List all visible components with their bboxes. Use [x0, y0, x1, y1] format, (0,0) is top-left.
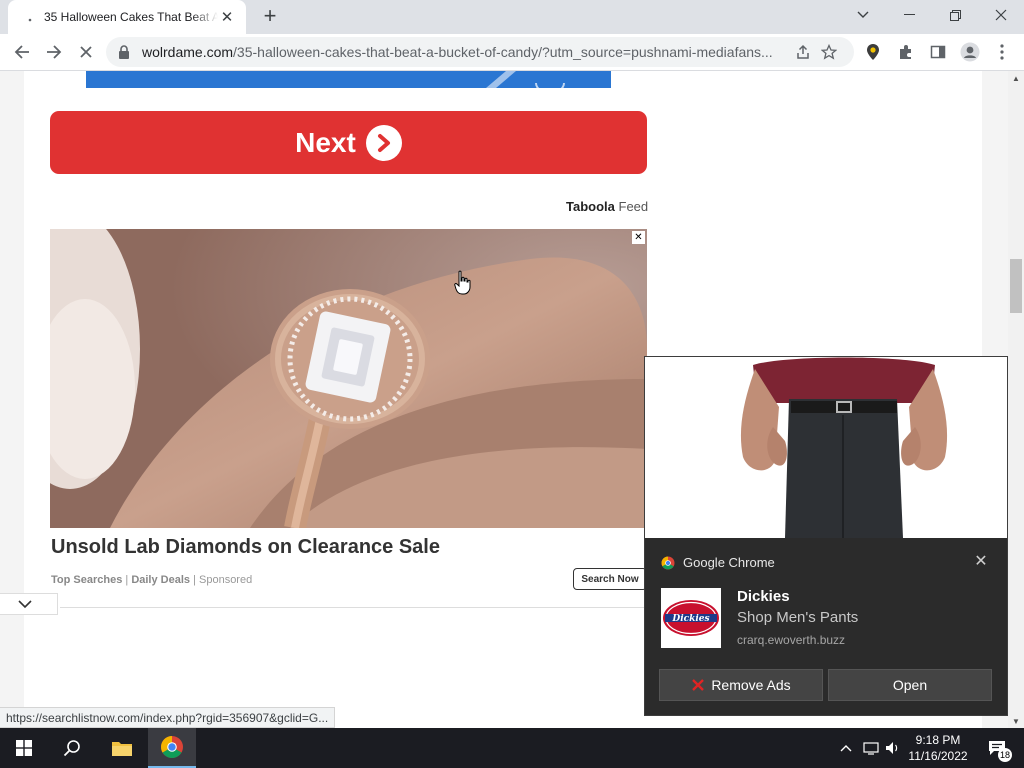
back-icon[interactable] — [8, 38, 36, 66]
url-path: /35-halloween-cakes-that-beat-a-bucket-o… — [233, 44, 773, 60]
clock-time: 9:18 PM — [915, 733, 961, 747]
close-tab-icon[interactable]: ✕ — [218, 8, 236, 26]
lock-icon[interactable] — [118, 45, 130, 59]
action-center-icon[interactable]: 18 — [980, 728, 1014, 768]
next-button[interactable]: Next — [50, 111, 647, 174]
ad-source-top-searches[interactable]: Top Searches — [51, 574, 122, 586]
scroll-thumb[interactable] — [1010, 259, 1022, 313]
profile-icon[interactable] — [957, 39, 983, 65]
chrome-icon — [661, 556, 675, 569]
browser-toolbar: wolrdame.com/35-halloween-cakes-that-bea… — [0, 34, 1024, 71]
close-window-icon[interactable] — [978, 0, 1024, 30]
open-label: Open — [892, 677, 928, 693]
notification-app-name: Google Chrome — [683, 555, 775, 570]
network-icon[interactable] — [860, 728, 882, 768]
diamond-ring-image[interactable] — [50, 229, 647, 528]
notification-body: Shop Men's Pants — [737, 609, 859, 626]
url-text[interactable]: wolrdame.com/35-halloween-cakes-that-bea… — [142, 44, 790, 60]
notification-source: crarq.ewoverth.buzz — [737, 633, 846, 647]
open-button[interactable]: Open — [828, 669, 992, 701]
remove-ads-button[interactable]: Remove Ads — [659, 669, 823, 701]
clock[interactable]: 9:18 PM 11/16/2022 — [898, 732, 978, 764]
search-icon[interactable] — [48, 728, 96, 768]
scroll-down-icon[interactable]: ▼ — [1008, 714, 1024, 728]
chrome-taskbar-icon[interactable] — [148, 728, 196, 768]
chevron-right-icon — [365, 124, 402, 161]
location-pin-icon[interactable] — [860, 39, 886, 65]
windows-taskbar: 9:18 PM 11/16/2022 18 — [0, 728, 1024, 768]
url-domain: wolrdame.com — [142, 44, 234, 60]
bookmark-star-icon[interactable] — [816, 39, 842, 65]
hand-cursor-icon — [454, 270, 471, 295]
file-explorer-icon[interactable] — [98, 728, 146, 768]
browser-tab[interactable]: 35 Halloween Cakes That Beat A Bucket of… — [8, 0, 246, 34]
ad-title[interactable]: Unsold Lab Diamonds on Clearance Sale — [51, 536, 440, 559]
new-tab-button[interactable]: + — [258, 3, 282, 28]
address-bar[interactable]: wolrdame.com/35-halloween-cakes-that-bea… — [106, 37, 854, 67]
notification-app: Google Chrome — [661, 555, 775, 570]
ad-close-icon[interactable]: ✕ — [632, 231, 645, 244]
extensions-icon[interactable] — [893, 39, 919, 65]
clock-date: 11/16/2022 — [908, 749, 968, 763]
more-menu-icon[interactable] — [989, 39, 1015, 65]
taboola-feed: Feed — [618, 199, 649, 214]
restore-icon[interactable] — [932, 0, 978, 30]
side-panel-icon[interactable] — [925, 39, 951, 65]
notification-count-badge: 18 — [998, 748, 1013, 762]
red-x-icon — [692, 679, 705, 691]
forward-icon[interactable] — [40, 38, 68, 66]
top-banner-ad[interactable] — [86, 71, 611, 94]
share-icon[interactable] — [790, 39, 816, 65]
mens-pants-image — [645, 357, 1007, 538]
close-notification-icon[interactable]: ✕ — [973, 553, 989, 570]
status-url: https://searchlistnow.com/index.php?rgid… — [0, 707, 336, 728]
stop-loading-icon[interactable] — [72, 38, 100, 66]
windows-start-icon[interactable] — [0, 728, 48, 768]
ad-source-daily-deals[interactable]: Daily Deals — [131, 574, 190, 586]
chevron-down-icon[interactable] — [0, 593, 58, 615]
remove-ads-label: Remove Ads — [711, 677, 791, 693]
search-now-button[interactable]: Search Now — [573, 568, 647, 590]
dickies-logo: Dickies — [661, 588, 721, 648]
notification-title: Dickies — [737, 588, 790, 605]
scroll-up-icon[interactable]: ▲ — [1008, 71, 1024, 85]
ad-meta: Top Searches | Daily Deals | Sponsored — [51, 574, 253, 586]
chrome-notification[interactable]: Google Chrome ✕ Dickies Dickies Shop Men… — [644, 356, 1008, 716]
svg-text:Dickies: Dickies — [671, 614, 709, 624]
next-button-label: Next — [295, 126, 356, 158]
vertical-scrollbar[interactable]: ▲ ▼ — [1008, 71, 1024, 728]
tab-search-icon[interactable] — [840, 0, 886, 30]
taboola-brand: Taboola — [566, 199, 615, 214]
tab-strip: 35 Halloween Cakes That Beat A Bucket of… — [0, 0, 1024, 34]
loading-icon — [22, 9, 38, 25]
chevron-up-icon[interactable] — [836, 728, 856, 768]
taboola-feed-label[interactable]: Taboola Feed — [566, 199, 648, 214]
ad-sponsored: Sponsored — [199, 574, 253, 586]
tab-title: 35 Halloween Cakes That Beat A Bucket of… — [44, 10, 218, 24]
minimize-icon[interactable] — [886, 0, 932, 30]
